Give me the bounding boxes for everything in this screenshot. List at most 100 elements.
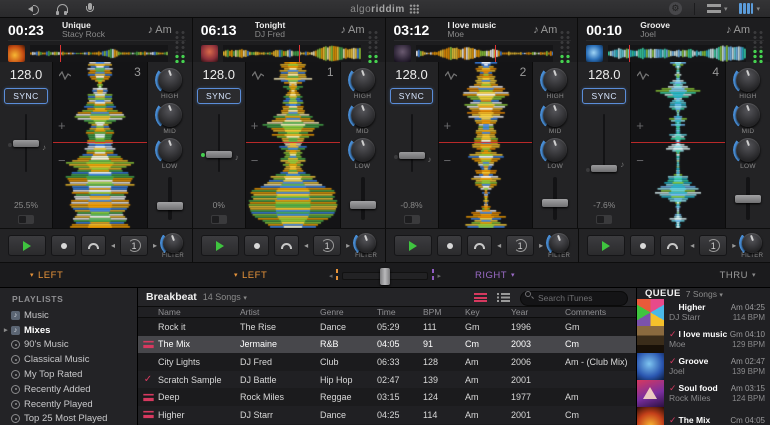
deck4-waveform[interactable]: 4 + − (630, 62, 726, 228)
zoom-in-icon[interactable]: + (251, 118, 259, 133)
zoom-out-icon[interactable]: − (251, 153, 259, 168)
deck1-loop-halve-button[interactable]: ◂ (111, 241, 115, 250)
deck4-output-assign[interactable]: THRU ▾ (582, 270, 770, 281)
deck1-keylock-toggle[interactable] (18, 215, 34, 224)
table-row[interactable]: ✓ Scratch SampleDJ Battle Hip Hop02:47 1… (138, 371, 636, 389)
deck1-sync-button[interactable]: SYNC (4, 88, 48, 104)
deck3-filter-knob[interactable] (549, 233, 569, 253)
sidebar-item-recently-played[interactable]: Recently Played (0, 397, 137, 412)
deck1-eq-high-knob[interactable] (158, 68, 182, 92)
sidebar-item-90s-music[interactable]: 90's Music (0, 338, 137, 353)
col-comments[interactable]: Comments (565, 307, 636, 317)
view-decks-button[interactable]: ▾ (739, 3, 760, 14)
deck2-bend-button[interactable] (274, 235, 299, 256)
col-time[interactable]: Time (377, 307, 423, 317)
deck2-eq-low-knob[interactable] (351, 138, 375, 162)
deck1-loop-length[interactable]: 3 (134, 65, 141, 79)
queue-view-icon[interactable] (474, 293, 487, 302)
deck3-bpm-value[interactable]: 128.0 (395, 67, 428, 82)
deck4-eq-mid-knob[interactable] (736, 103, 760, 127)
deck2-sync-button[interactable]: SYNC (197, 88, 241, 104)
zoom-out-icon[interactable]: − (636, 153, 644, 168)
sidebar-item-classical-music[interactable]: Classical Music (0, 352, 137, 367)
deck3-eq-low-knob[interactable] (543, 138, 567, 162)
deck1-loop-button[interactable]: 1 (120, 235, 148, 256)
zoom-in-icon[interactable]: + (636, 118, 644, 133)
table-row[interactable]: Rock itThe Rise Dance05:29 111Gm 1996Gm (138, 318, 636, 336)
deck4-key-display[interactable]: ♪Am (726, 24, 750, 36)
deck4-loop-halve-button[interactable]: ◂ (690, 241, 694, 250)
deck1-key-display[interactable]: ♪Am (148, 24, 172, 36)
queue-item[interactable]: ✓I love music Moe Gm 04:10129 BPM (637, 326, 770, 353)
deck3-cue-button[interactable] (437, 235, 462, 256)
crossfader-handle[interactable] (380, 268, 390, 285)
deck3-loop-length[interactable]: 2 (520, 65, 527, 79)
table-row[interactable]: DeepRock Miles Reggae03:15 124Am 1977Am (138, 388, 636, 406)
deck3-eq-mid-knob[interactable] (543, 103, 567, 127)
deck2-waveform[interactable]: 1 + − (245, 62, 341, 228)
deck1-bpm-value[interactable]: 128.0 (10, 67, 43, 82)
table-row-selected[interactable]: The MixJermaine R&B04:05 91Cm 2003Cm (138, 336, 636, 354)
headphones-icon[interactable] (56, 3, 68, 15)
queue-item[interactable]: ✓Soul food Rock Miles Am 03:15124 BPM (637, 380, 770, 407)
deck3-key-display[interactable]: ♪Am (533, 24, 557, 36)
deck2-eq-mid-knob[interactable] (351, 103, 375, 127)
speaker-icon[interactable] (28, 3, 40, 15)
deck3-volume-fader[interactable] (540, 177, 570, 220)
deck4-keylock-toggle[interactable] (596, 215, 612, 224)
queue-item[interactable]: ✓The Mix Cm 04:05 (637, 407, 770, 425)
deck4-sync-button[interactable]: SYNC (582, 88, 626, 104)
deck2-loop-button[interactable]: 1 (313, 235, 341, 256)
deck1-bend-button[interactable] (81, 235, 106, 256)
sidebar-item-mixes[interactable]: ▸ ♪ Mixes (0, 323, 137, 338)
deck4-play-button[interactable] (587, 235, 625, 256)
deck4-bpm-value[interactable]: 128.0 (588, 67, 621, 82)
deck3-pitch-slider[interactable]: ♪ (392, 112, 432, 198)
crossfader-track[interactable] (342, 272, 429, 280)
settings-gear-icon[interactable]: ⚙ (669, 2, 682, 15)
sidebar-item-recently-added[interactable]: Recently Added (0, 382, 137, 397)
col-year[interactable]: Year (511, 307, 565, 317)
deck3-loop-button[interactable]: 1 (506, 235, 534, 256)
zoom-out-icon[interactable]: − (58, 153, 66, 168)
deck4-cue-button[interactable] (630, 235, 655, 256)
deck2-track-overview-waveform[interactable] (223, 45, 361, 62)
deck1-waveform[interactable]: 3 + − (52, 62, 148, 228)
deck3-sync-button[interactable]: SYNC (390, 88, 434, 104)
view-list-button[interactable]: ▾ (707, 4, 728, 13)
deck4-eq-high-knob[interactable] (736, 68, 760, 92)
browser-song-count[interactable]: 14 Songs ▾ (203, 292, 247, 302)
deck1-volume-fader[interactable] (155, 177, 185, 220)
col-name[interactable]: Name (158, 307, 240, 317)
col-artist[interactable]: Artist (240, 307, 320, 317)
deck2-loop-halve-button[interactable]: ◂ (304, 241, 308, 250)
crossfader[interactable]: ◂ ▸ (326, 267, 444, 285)
deck1-output-assign[interactable]: ▾ LEFT (0, 270, 204, 281)
col-genre[interactable]: Genre (320, 307, 377, 317)
deck2-key-display[interactable]: ♪Am (341, 24, 365, 36)
search-input[interactable] (520, 291, 628, 306)
deck4-bend-button[interactable] (660, 235, 685, 256)
deck3-loop-double-button[interactable]: ▸ (539, 241, 543, 250)
deck4-volume-fader[interactable] (733, 177, 763, 220)
deck2-loop-length[interactable]: 1 (327, 65, 334, 79)
queue-item[interactable]: ✓Higher DJ Starr Am 04:25114 BPM (637, 299, 770, 326)
col-key[interactable]: Key (465, 307, 511, 317)
sidebar-item-my-top-rated[interactable]: My Top Rated (0, 367, 137, 382)
deck4-loop-button[interactable]: 1 (699, 235, 727, 256)
deck2-cue-button[interactable] (244, 235, 269, 256)
deck3-track-overview-waveform[interactable] (416, 45, 554, 62)
deck4-loop-length[interactable]: 4 (712, 65, 719, 79)
deck1-track-overview-waveform[interactable] (30, 45, 168, 62)
browser-playlist-title[interactable]: Breakbeat (146, 291, 197, 303)
queue-item[interactable]: ✓Groove Joel Am 02:47139 BPM (637, 353, 770, 380)
microphone-icon[interactable] (84, 3, 96, 15)
deck3-waveform[interactable]: 2 + − (438, 62, 534, 228)
deck3-play-button[interactable] (394, 235, 432, 256)
deck3-loop-halve-button[interactable]: ◂ (497, 241, 501, 250)
deck2-volume-fader[interactable] (348, 177, 378, 220)
deck2-eq-high-knob[interactable] (351, 68, 375, 92)
deck1-eq-low-knob[interactable] (158, 138, 182, 162)
deck2-play-button[interactable] (201, 235, 239, 256)
deck3-eq-high-knob[interactable] (543, 68, 567, 92)
